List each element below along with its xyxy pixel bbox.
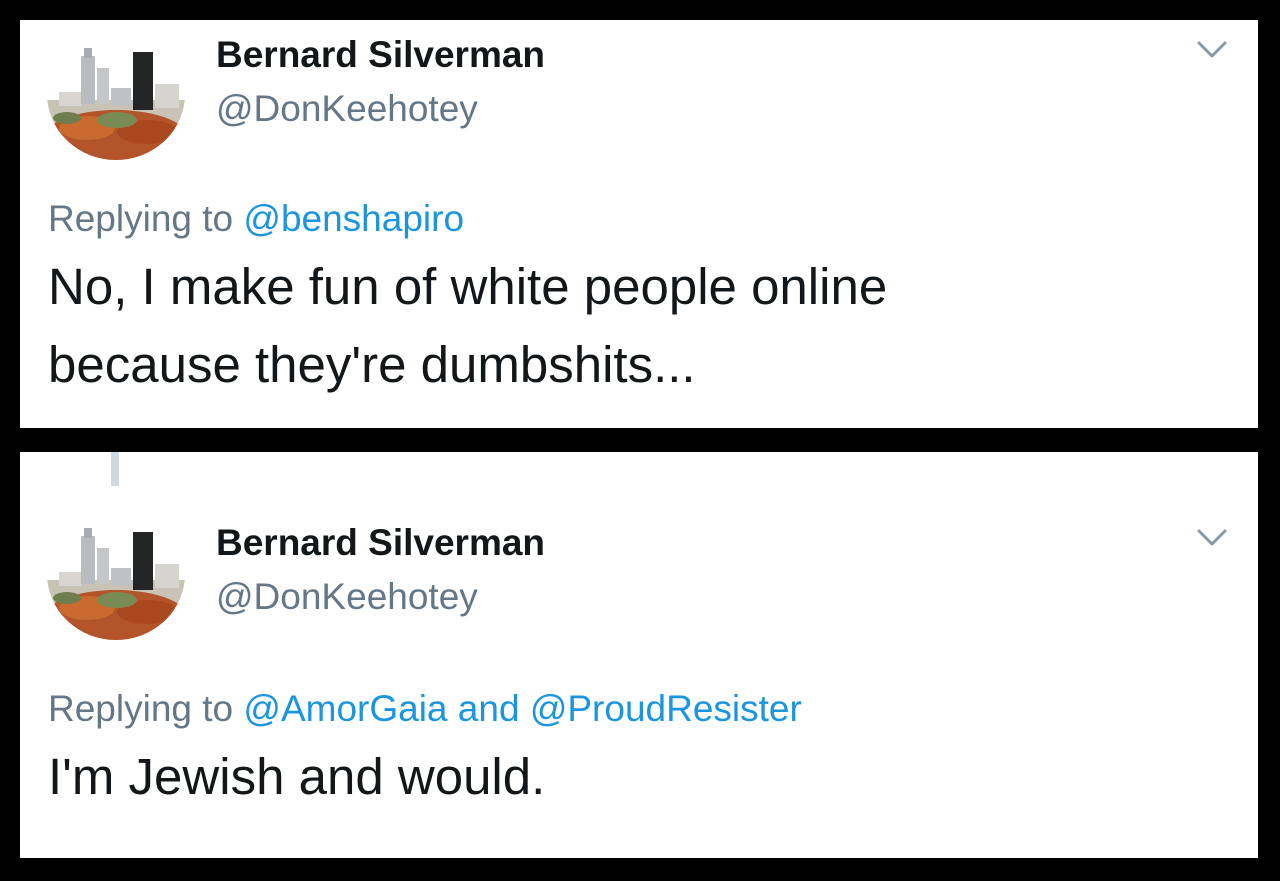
replying-to-label: Replying to <box>48 688 244 729</box>
tweet-text-line: I'm Jewish and would. <box>48 748 546 805</box>
tweet-text: No, I make fun of white people online be… <box>48 248 1198 404</box>
thread-connector-line <box>111 452 119 486</box>
chevron-down-icon[interactable] <box>1196 528 1228 548</box>
tweet-card-2[interactable]: Bernard Silverman @DonKeehotey Replying … <box>20 452 1258 858</box>
tweet-card-1[interactable]: Bernard Silverman @DonKeehotey Replying … <box>20 20 1258 428</box>
mention-joiner: and <box>447 688 530 729</box>
display-name[interactable]: Bernard Silverman <box>216 34 545 76</box>
avatar[interactable] <box>47 508 185 640</box>
display-name[interactable]: Bernard Silverman <box>216 522 545 564</box>
tweet-text-line: because they're dumbshits... <box>48 336 696 393</box>
avatar[interactable] <box>47 28 185 160</box>
replying-to-line: Replying to @AmorGaia and @ProudResister <box>48 688 802 730</box>
replying-to-label: Replying to <box>48 198 244 239</box>
mention-link[interactable]: @ProudResister <box>530 688 802 729</box>
city-skyline-avatar-icon <box>47 28 185 160</box>
chevron-down-icon[interactable] <box>1196 40 1228 60</box>
tweet-text-line: No, I make fun of white people online <box>48 258 888 315</box>
replying-to-line: Replying to @benshapiro <box>48 198 464 240</box>
user-handle[interactable]: @DonKeehotey <box>216 88 478 130</box>
mention-link[interactable]: @AmorGaia <box>243 688 447 729</box>
mention-link[interactable]: @benshapiro <box>243 198 464 239</box>
city-skyline-avatar-icon <box>47 508 185 640</box>
user-handle[interactable]: @DonKeehotey <box>216 576 478 618</box>
tweet-text: I'm Jewish and would. <box>48 738 1198 816</box>
